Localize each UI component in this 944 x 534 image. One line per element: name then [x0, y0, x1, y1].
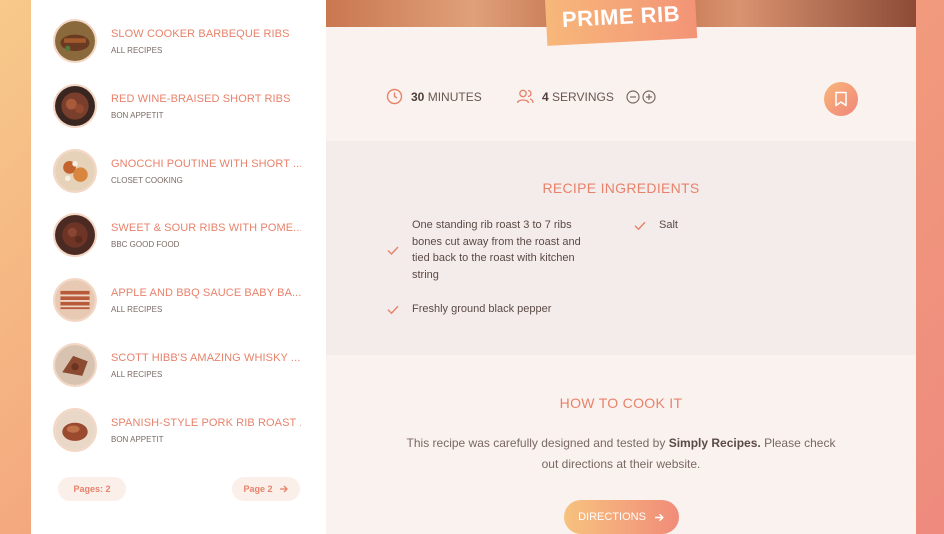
ingredients-section: RECIPE INGREDIENTS One standing rib roas…: [326, 141, 916, 355]
plus-circle-icon[interactable]: [642, 89, 656, 104]
directions-label: DIRECTIONS: [578, 511, 646, 523]
recipe-title: PRIME RIB: [544, 0, 698, 46]
result-item[interactable]: GNOCCHI POUTINE WITH SHORT ... CLOSET CO…: [53, 148, 315, 194]
ingredient-item: Salt: [633, 217, 783, 234]
result-source: ALL RECIPES: [111, 369, 163, 379]
bookmark-button[interactable]: [824, 82, 858, 116]
result-item[interactable]: SPANISH-STYLE PORK RIB ROAST ... BON APP…: [53, 407, 315, 453]
source-name: Simply Recipes.: [668, 436, 761, 450]
pages-count-label: Pages: 2: [73, 484, 111, 494]
ingredient-item: Freshly ground black pepper: [386, 301, 606, 318]
directions-button[interactable]: DIRECTIONS: [564, 500, 679, 534]
search-results-sidebar: SLOW COOKER BARBEQUE RIBS ALL RECIPES RE…: [31, 0, 326, 534]
recipe-thumbnail: [53, 19, 97, 63]
recipe-thumbnail: [53, 84, 97, 128]
arrow-right-icon: [279, 485, 288, 493]
recipe-thumbnail: [53, 343, 97, 387]
ingredient-item: One standing rib roast 3 to 7 ribs bones…: [386, 217, 601, 283]
cook-time-unit: MINUTES: [427, 89, 482, 104]
ingredient-text: Salt: [659, 219, 678, 231]
result-title: APPLE AND BBQ SAUCE BABY BA...: [111, 286, 301, 299]
check-icon: [387, 305, 399, 315]
result-title: SPANISH-STYLE PORK RIB ROAST ...: [111, 416, 301, 429]
bookmark-icon: [835, 91, 847, 107]
result-item[interactable]: SLOW COOKER BARBEQUE RIBS ALL RECIPES: [53, 18, 315, 64]
result-source: CLOSET COOKING: [111, 175, 183, 185]
minus-circle-icon[interactable]: [626, 89, 640, 104]
description-text-before: This recipe was carefully designed and t…: [406, 436, 669, 450]
users-icon: [516, 89, 534, 104]
servings: 4 SERVINGS: [516, 88, 656, 105]
pages-count-button[interactable]: Pages: 2: [58, 477, 126, 501]
recipe-thumbnail: [53, 408, 97, 452]
result-item[interactable]: SCOTT HIBB'S AMAZING WHISKY ... ALL RECI…: [53, 342, 315, 388]
result-source: BBC GOOD FOOD: [111, 239, 180, 249]
check-icon: [634, 221, 646, 231]
recipe-thumbnail: [53, 213, 97, 257]
recipe-thumbnail: [53, 278, 97, 322]
result-title: SCOTT HIBB'S AMAZING WHISKY ...: [111, 351, 301, 364]
result-item[interactable]: RED WINE-BRAISED SHORT RIBS BON APPETIT: [53, 83, 315, 129]
result-source: BON APPETIT: [111, 110, 164, 120]
directions-description: This recipe was carefully designed and t…: [406, 433, 836, 475]
check-icon: [387, 246, 399, 256]
recipe-panel: PRIME RIB 30 MINUTES 4 SERVINGS RECIPE I…: [326, 0, 916, 534]
clock-icon: [386, 88, 403, 105]
ingredients-title: RECIPE INGREDIENTS: [542, 180, 700, 196]
servings-value: 4: [542, 89, 549, 104]
next-page-label: Page 2: [243, 484, 273, 494]
next-page-button[interactable]: Page 2: [232, 477, 300, 501]
ingredient-text: Freshly ground black pepper: [412, 303, 552, 315]
ingredient-text: One standing rib roast 3 to 7 ribs bones…: [412, 219, 581, 281]
recipe-thumbnail: [53, 149, 97, 193]
cook-time-value: 30: [411, 89, 425, 104]
result-source: BON APPETIT: [111, 434, 164, 444]
result-source: ALL RECIPES: [111, 45, 163, 55]
result-item[interactable]: APPLE AND BBQ SAUCE BABY BA... ALL RECIP…: [53, 277, 315, 323]
result-item[interactable]: SWEET & SOUR RIBS WITH POME... BBC GOOD …: [53, 212, 315, 258]
servings-unit: SERVINGS: [552, 89, 614, 104]
result-title: GNOCCHI POUTINE WITH SHORT ...: [111, 157, 301, 170]
result-title: SLOW COOKER BARBEQUE RIBS: [111, 27, 290, 40]
how-to-cook-title: HOW TO COOK IT: [559, 395, 683, 411]
result-source: ALL RECIPES: [111, 304, 163, 314]
arrow-right-icon: [655, 513, 664, 521]
result-title: RED WINE-BRAISED SHORT RIBS: [111, 92, 291, 105]
result-title: SWEET & SOUR RIBS WITH POME...: [111, 221, 301, 234]
cook-time: 30 MINUTES: [386, 88, 482, 105]
